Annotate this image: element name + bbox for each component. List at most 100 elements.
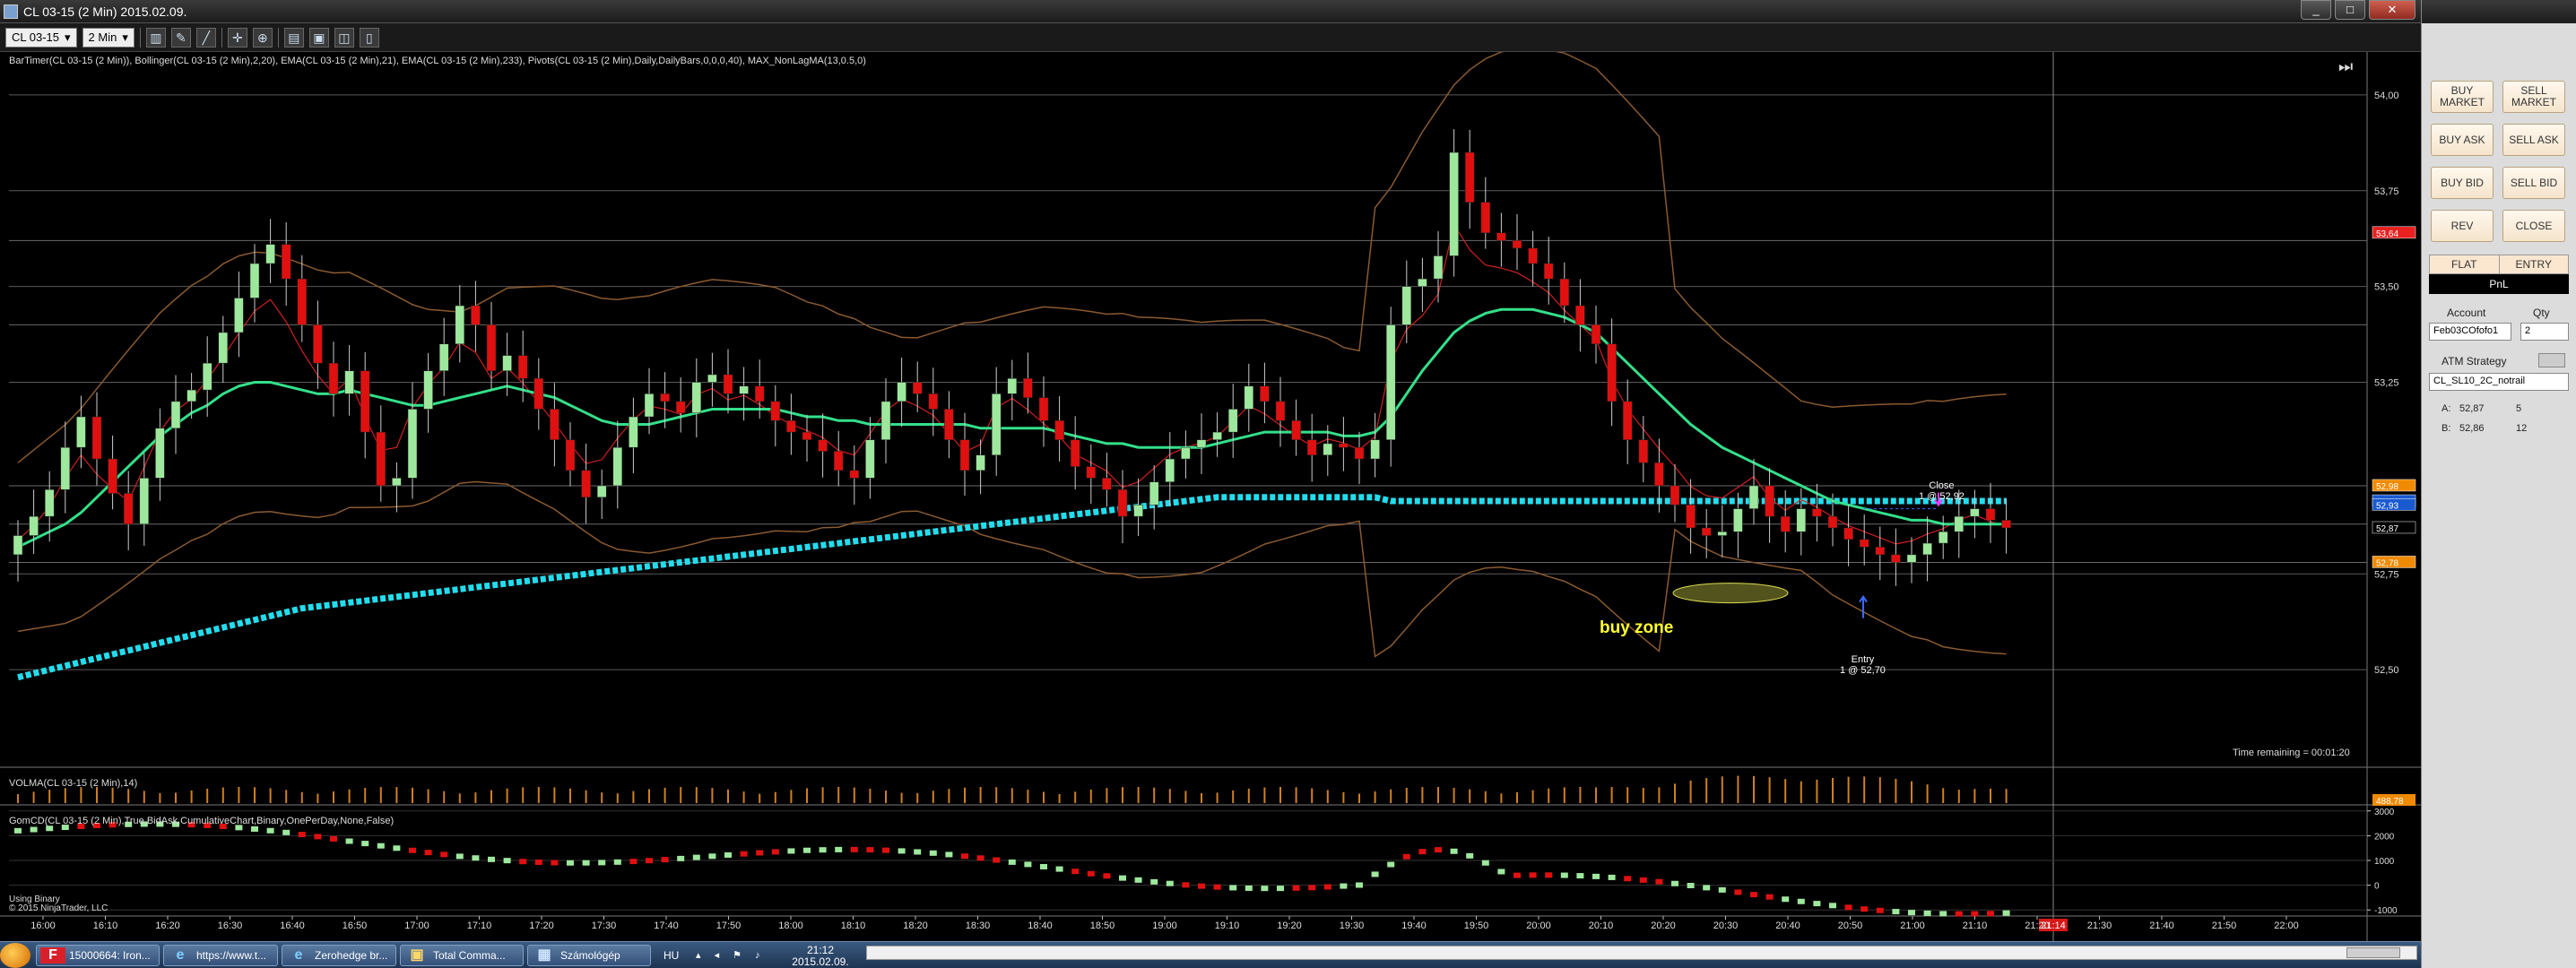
- time-axis-label: 21:30: [2087, 920, 2112, 931]
- bar-type-icon[interactable]: ▥: [145, 27, 166, 48]
- cd-up-bar: [1229, 885, 1237, 891]
- taskbar-item-label: Total Comma...: [433, 949, 506, 962]
- atm-settings-button[interactable]: [2538, 353, 2565, 367]
- down-candle: [1607, 343, 1617, 402]
- up-candle: [234, 298, 244, 333]
- up-candle: [1938, 531, 1948, 544]
- jump-to-end-icon[interactable]: ⏭: [2338, 57, 2360, 77]
- scrollbar-thumb[interactable]: [2346, 947, 2400, 958]
- taskbar-item-4[interactable]: ▣ Total Comma...: [400, 945, 524, 966]
- down-candle: [754, 385, 765, 402]
- app-f-icon: F: [40, 947, 65, 964]
- taskbar-item-5[interactable]: ▦ Számológép: [527, 945, 651, 966]
- cd-up-bar: [929, 850, 937, 856]
- template-icon[interactable]: ▯: [359, 27, 379, 48]
- atm-strategy-select[interactable]: CL_SL10_2C_notrail: [2429, 373, 2569, 391]
- atm-strategy-label: ATM Strategy: [2442, 355, 2507, 367]
- window-titlebar[interactable]: CL 03-15 (2 Min) 2015.02.09. _ □ ✕: [0, 0, 2421, 23]
- cd-down-bar: [1514, 872, 1521, 878]
- browser-icon: e: [176, 947, 185, 963]
- minimize-button[interactable]: _: [2301, 0, 2331, 20]
- buy-bid-button[interactable]: BUY BID: [2431, 167, 2494, 199]
- up-candle: [249, 263, 260, 298]
- reverse-button[interactable]: REV: [2431, 210, 2494, 242]
- time-axis-label: 19:00: [1152, 920, 1177, 931]
- indicator-list-label: BarTimer(CL 03-15 (2 Min)), Bollinger(CL…: [9, 56, 866, 66]
- clock-time[interactable]: 21:12: [789, 944, 852, 956]
- up-candle: [1370, 439, 1380, 460]
- down-candle: [833, 451, 844, 471]
- draw-tools-icon[interactable]: ╱: [195, 27, 216, 48]
- interval-value: 2 Min: [88, 30, 117, 44]
- down-candle: [723, 374, 733, 394]
- qty-stepper[interactable]: 2: [2520, 323, 2569, 341]
- cd-up-bar: [1923, 910, 1931, 916]
- down-candle: [944, 409, 954, 440]
- price-chart[interactable]: 54,00 53,75 53,50 53,25 52,75 52,50 53,64 52,98…: [0, 52, 2421, 941]
- cd-down-bar: [1639, 877, 1647, 883]
- ask-size: 5: [2516, 403, 2522, 414]
- cd-up-bar: [787, 848, 795, 854]
- zoom-icon[interactable]: ⊕: [252, 27, 273, 48]
- file-manager-icon: ▣: [410, 947, 424, 963]
- cd-down-bar: [629, 859, 637, 865]
- pencil-icon[interactable]: ✎: [170, 27, 191, 48]
- interval-select[interactable]: 2 Min ▾: [82, 27, 134, 48]
- sell-bid-button[interactable]: SELL BID: [2502, 167, 2565, 199]
- close-button[interactable]: ✕: [2369, 0, 2416, 20]
- cd-down-bar: [1734, 889, 1742, 895]
- entry-execution-detail: 1 @ 52,70: [1840, 665, 1886, 676]
- account-label: Account: [2447, 307, 2486, 319]
- down-candle: [486, 324, 497, 371]
- data-box-icon[interactable]: ▣: [308, 27, 329, 48]
- clock-date[interactable]: 2015.02.09.: [785, 955, 855, 968]
- cd-up-bar: [1718, 886, 1726, 893]
- instrument-select[interactable]: CL 03-15 ▾: [5, 27, 77, 48]
- crosshair-icon[interactable]: ✛: [227, 27, 247, 48]
- chart-canvas[interactable]: 54,00 53,75 53,50 53,25 52,75 52,50 53,64 52,98…: [0, 52, 2421, 941]
- account-select[interactable]: Feb03COfofo1: [2429, 323, 2511, 341]
- up-candle: [691, 382, 702, 413]
- language-indicator[interactable]: HU: [664, 949, 679, 962]
- cd-up-bar: [1356, 882, 1363, 888]
- cd-up-bar: [1908, 910, 1915, 916]
- down-candle: [1622, 401, 1633, 440]
- up-candle: [739, 385, 749, 394]
- buy-market-button[interactable]: BUY MARKET: [2431, 81, 2494, 113]
- buy-zone-ellipse: [1672, 583, 1789, 604]
- properties-icon[interactable]: ▤: [283, 27, 304, 48]
- entry-status: ENTRY: [2515, 258, 2552, 271]
- cd-down-bar: [1545, 872, 1553, 878]
- tray-icons[interactable]: ▴ ◂ ⚑ ♪: [696, 949, 766, 961]
- entry-execution-label: Entry 1 @ 52,70: [1840, 654, 1886, 676]
- down-candle: [1496, 232, 1506, 241]
- cd-up-bar: [819, 847, 827, 853]
- sell-market-button[interactable]: SELL MARKET: [2502, 81, 2565, 113]
- start-button[interactable]: [0, 943, 30, 968]
- maximize-button[interactable]: □: [2335, 0, 2365, 20]
- down-candle: [581, 470, 591, 498]
- up-candle: [455, 305, 465, 345]
- chart-trader-icon[interactable]: ◫: [334, 27, 354, 48]
- cd-down-bar: [1435, 847, 1442, 853]
- time-axis-label: 17:30: [592, 920, 617, 931]
- close-execution-detail: 1 @ 52,92: [1919, 491, 1965, 502]
- close-position-button[interactable]: CLOSE: [2502, 210, 2565, 242]
- taskbar-item-3[interactable]: e Zerohedge br...: [282, 945, 396, 966]
- up-candle: [1323, 443, 1333, 455]
- cd-up-bar: [1560, 872, 1568, 878]
- price-marker-label: 52,93: [2376, 501, 2398, 511]
- ask-price: 52,87: [2459, 403, 2485, 414]
- up-candle: [1385, 324, 1396, 440]
- time-axis-label: 20:00: [1526, 920, 1551, 931]
- buy-ask-button[interactable]: BUY ASK: [2431, 124, 2494, 156]
- down-candle: [1291, 420, 1301, 440]
- sell-ask-button[interactable]: SELL ASK: [2502, 124, 2565, 156]
- taskbar-item-1[interactable]: F 15000664: Iron...: [36, 945, 160, 966]
- taskbar-item-2[interactable]: e https://www.t...: [163, 945, 278, 966]
- chart-horizontal-scrollbar[interactable]: [866, 946, 2417, 960]
- cd-up-bar: [1261, 886, 1269, 892]
- cd-up-bar: [1671, 880, 1678, 886]
- window-title: CL 03-15 (2 Min) 2015.02.09.: [23, 4, 187, 19]
- down-candle: [376, 431, 386, 487]
